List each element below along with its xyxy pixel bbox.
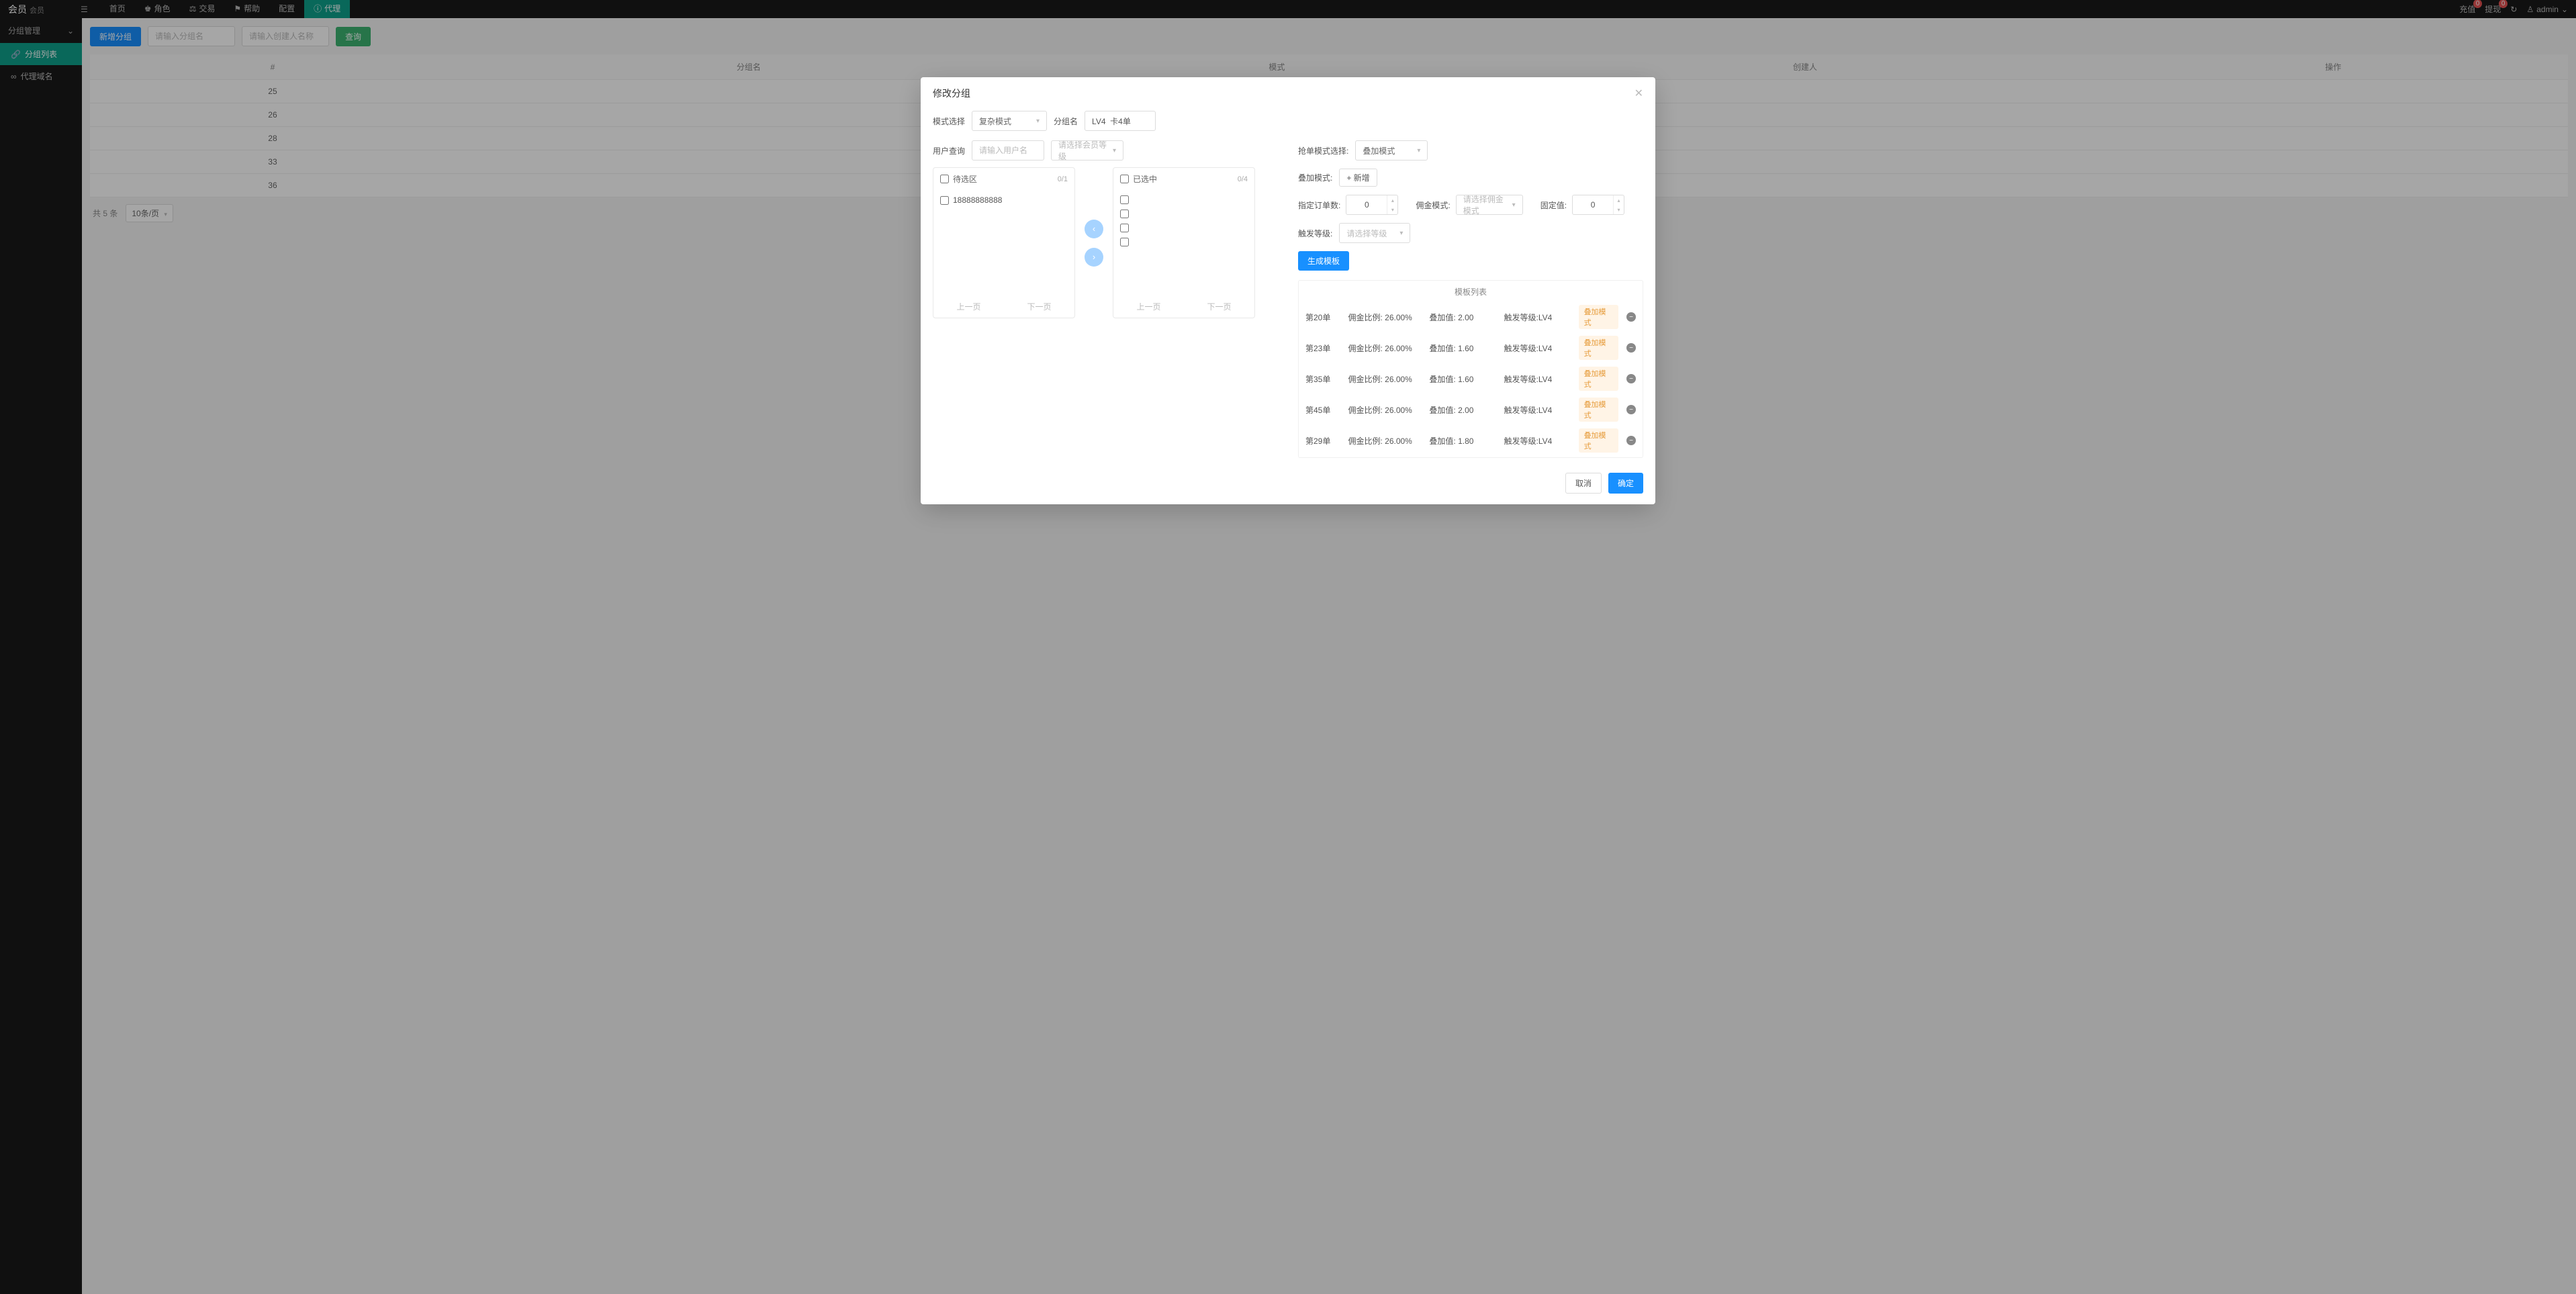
list-item[interactable] xyxy=(1120,193,1248,207)
trigger-level-select[interactable]: 请选择等级▾ xyxy=(1339,223,1410,243)
list-item[interactable] xyxy=(1120,221,1248,235)
fixed-label: 固定值: xyxy=(1540,199,1567,211)
template-list: 模板列表 第20单 佣金比例: 26.00% 叠加值: 2.00 触发等级:LV… xyxy=(1298,280,1643,458)
step-up-icon[interactable]: ▴ xyxy=(1387,195,1397,205)
comm-mode-label: 佣金模式: xyxy=(1416,199,1450,211)
move-right-button[interactable]: › xyxy=(1085,248,1103,267)
step-up-icon[interactable]: ▴ xyxy=(1614,195,1624,205)
list-item[interactable] xyxy=(1120,207,1248,221)
modal-title: 修改分组 xyxy=(933,87,970,100)
modal-overlay[interactable]: 修改分组 ✕ 模式选择 复杂模式▾ 分组名 用户查询 xyxy=(0,0,2576,1294)
overlay-add-button[interactable]: + 新增 xyxy=(1339,169,1377,187)
comm-mode-select[interactable]: 请选择佣金模式▾ xyxy=(1456,195,1523,215)
chevron-down-icon: ▾ xyxy=(1036,118,1040,125)
chevron-down-icon: ▾ xyxy=(1417,147,1420,154)
selected-next[interactable]: 下一页 xyxy=(1207,301,1231,312)
trigger-level-label: 触发等级: xyxy=(1298,228,1332,239)
chevron-down-icon: ▾ xyxy=(1399,230,1403,237)
mode-tag: 叠加模式 xyxy=(1579,305,1619,329)
chevron-down-icon: ▾ xyxy=(1113,147,1116,154)
mode-tag: 叠加模式 xyxy=(1579,367,1619,391)
grab-mode-select[interactable]: 叠加模式▾ xyxy=(1355,140,1428,160)
mode-select[interactable]: 复杂模式▾ xyxy=(972,111,1047,131)
group-name-field[interactable] xyxy=(1085,111,1156,131)
modal-edit-group: 修改分组 ✕ 模式选择 复杂模式▾ 分组名 用户查询 xyxy=(921,77,1655,504)
selected-count: 0/4 xyxy=(1238,175,1248,183)
move-left-button[interactable]: ‹ xyxy=(1085,220,1103,238)
overlay-mode-label: 叠加模式: xyxy=(1298,172,1332,183)
template-row: 第45单 佣金比例: 26.00% 叠加值: 2.00 触发等级:LV4 叠加模… xyxy=(1305,394,1636,425)
order-count-label: 指定订单数: xyxy=(1298,199,1340,211)
gen-template-button[interactable]: 生成模板 xyxy=(1298,251,1349,271)
step-down-icon[interactable]: ▾ xyxy=(1614,205,1624,214)
list-item[interactable]: 18888888888 xyxy=(940,193,1068,207)
list-item[interactable] xyxy=(1120,235,1248,249)
template-row: 第23单 佣金比例: 26.00% 叠加值: 1.60 触发等级:LV4 叠加模… xyxy=(1305,332,1636,363)
mode-tag: 叠加模式 xyxy=(1579,398,1619,422)
delete-icon[interactable]: − xyxy=(1626,405,1636,414)
grab-mode-label: 抢单模式选择: xyxy=(1298,145,1348,156)
delete-icon[interactable]: − xyxy=(1626,374,1636,383)
step-down-icon[interactable]: ▾ xyxy=(1387,205,1397,214)
template-row: 第35单 佣金比例: 26.00% 叠加值: 1.60 触发等级:LV4 叠加模… xyxy=(1305,363,1636,394)
pending-prev[interactable]: 上一页 xyxy=(956,301,980,312)
template-list-title: 模板列表 xyxy=(1305,286,1636,297)
fixed-value-input[interactable]: ▴▾ xyxy=(1572,195,1624,215)
selected-prev[interactable]: 上一页 xyxy=(1136,301,1160,312)
group-label: 分组名 xyxy=(1054,115,1078,127)
mode-tag: 叠加模式 xyxy=(1579,428,1619,453)
selected-panel: 已选中 0/4 上一页 下一页 xyxy=(1113,167,1255,318)
pending-panel: 待选区 0/1 18888888888 上一页 下一页 xyxy=(933,167,1075,318)
pending-checkall[interactable]: 待选区 xyxy=(940,173,977,185)
delete-icon[interactable]: − xyxy=(1626,343,1636,353)
confirm-button[interactable]: 确定 xyxy=(1608,473,1643,494)
delete-icon[interactable]: − xyxy=(1626,436,1636,445)
cancel-button[interactable]: 取消 xyxy=(1565,473,1602,494)
pending-next[interactable]: 下一页 xyxy=(1027,301,1051,312)
template-row: 第29单 佣金比例: 26.00% 叠加值: 1.80 触发等级:LV4 叠加模… xyxy=(1305,425,1636,456)
chevron-down-icon: ▾ xyxy=(1512,201,1516,209)
user-query-input[interactable] xyxy=(972,140,1044,160)
member-level-select[interactable]: 请选择会员等级▾ xyxy=(1051,140,1123,160)
user-query-label: 用户查询 xyxy=(933,145,965,156)
close-icon[interactable]: ✕ xyxy=(1635,87,1643,100)
delete-icon[interactable]: − xyxy=(1626,312,1636,322)
order-count-input[interactable]: ▴▾ xyxy=(1346,195,1398,215)
mode-label: 模式选择 xyxy=(933,115,965,127)
transfer: 待选区 0/1 18888888888 上一页 下一页 ‹ xyxy=(933,167,1289,318)
mode-tag: 叠加模式 xyxy=(1579,336,1619,360)
pending-count: 0/1 xyxy=(1058,175,1068,183)
selected-checkall[interactable]: 已选中 xyxy=(1120,173,1157,185)
template-row: 第20单 佣金比例: 26.00% 叠加值: 2.00 触发等级:LV4 叠加模… xyxy=(1305,302,1636,332)
